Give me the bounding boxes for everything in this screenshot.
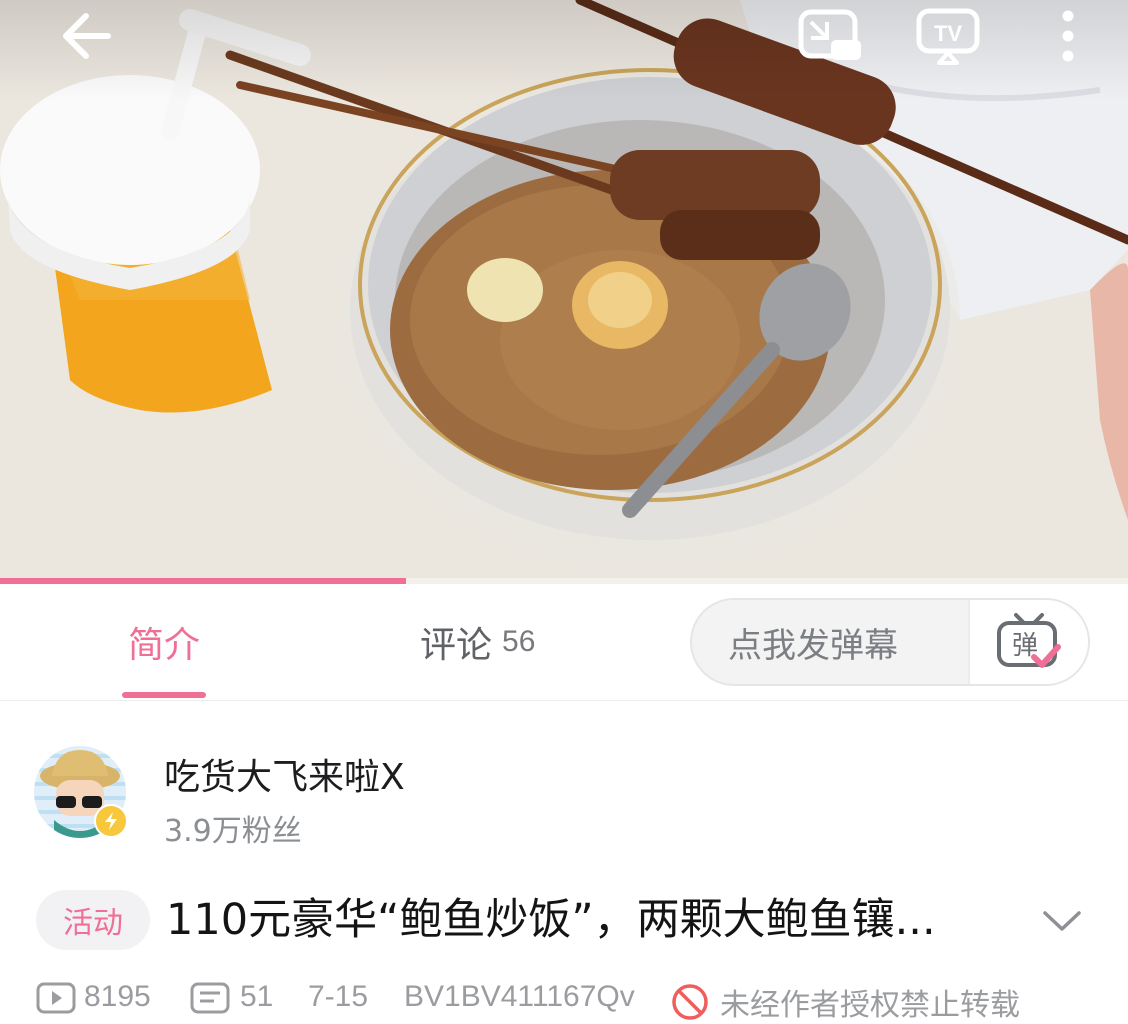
tab-bar: 简介 评论 56 点我发弹幕 弹: [0, 584, 1128, 701]
back-arrow-icon: [63, 13, 111, 59]
activity-badge[interactable]: 活动: [36, 890, 150, 950]
uploader-section: 吃货大飞来啦X 3.9万粉丝: [0, 700, 1128, 860]
comments-count: 56: [502, 625, 536, 658]
active-tab-indicator: [122, 692, 206, 698]
publish-date-text: 7-15: [308, 980, 369, 1013]
tab-comments-label: 评论: [420, 625, 493, 666]
play-count-icon: [36, 982, 76, 1014]
danmaku-count: 51: [240, 980, 274, 1013]
title-row: 活动 110元豪华“鲍鱼炒饭”，两颗大鲍鱼镶...: [0, 876, 1128, 966]
picture-in-picture-button[interactable]: [790, 4, 870, 68]
verified-badge: [94, 804, 128, 838]
forbidden-icon: [672, 984, 708, 1020]
more-vertical-icon: [1062, 10, 1074, 62]
danmaku-input[interactable]: 点我发弹幕: [692, 600, 968, 684]
danmaku-bar: 点我发弹幕 弹: [690, 598, 1090, 686]
video-title: 110元豪华“鲍鱼炒饭”，两颗大鲍鱼镶...: [166, 895, 936, 945]
tab-comments[interactable]: 评论 56: [420, 584, 580, 700]
picture-in-picture-icon: [798, 9, 861, 60]
svg-text:TV: TV: [934, 21, 962, 46]
copyright-text: 未经作者授权禁止转载: [720, 988, 1020, 1023]
copyright-notice: 未经作者授权禁止转载: [670, 980, 1020, 1024]
views-count: 8195: [84, 980, 151, 1013]
lightning-icon: [105, 812, 117, 830]
danmaku-count-icon: [190, 982, 230, 1014]
tv-cast-icon: TV: [916, 8, 980, 65]
views-stat: 8195: [36, 980, 151, 1014]
bvid: BV1BV411167Qv: [404, 980, 635, 1014]
expand-description-button[interactable]: [1034, 896, 1090, 946]
video-player[interactable]: TV: [0, 0, 1128, 584]
video-meta: 8195 51 7-15 BV1BV411167Qv 未经作者授权禁止转载: [0, 976, 1128, 1023]
tab-intro[interactable]: 简介: [100, 584, 228, 700]
video-frame: [0, 0, 1128, 584]
bvid-text: BV1BV411167Qv: [404, 980, 635, 1013]
danmaku-toggle-icon: 弹: [997, 613, 1061, 668]
danmaku-stat: 51: [190, 980, 273, 1014]
danmaku-toggle-button[interactable]: 弹: [968, 600, 1088, 684]
back-button[interactable]: [44, 6, 128, 66]
tv-cast-button[interactable]: TV: [908, 4, 988, 68]
more-options-button[interactable]: [1040, 4, 1096, 68]
tab-intro-label: 简介: [127, 625, 200, 666]
publish-date: 7-15: [308, 980, 368, 1014]
chevron-down-icon: [1043, 911, 1081, 931]
uploader-fans: 3.9万粉丝: [164, 814, 302, 849]
uploader-name[interactable]: 吃货大飞来啦X: [164, 748, 405, 800]
